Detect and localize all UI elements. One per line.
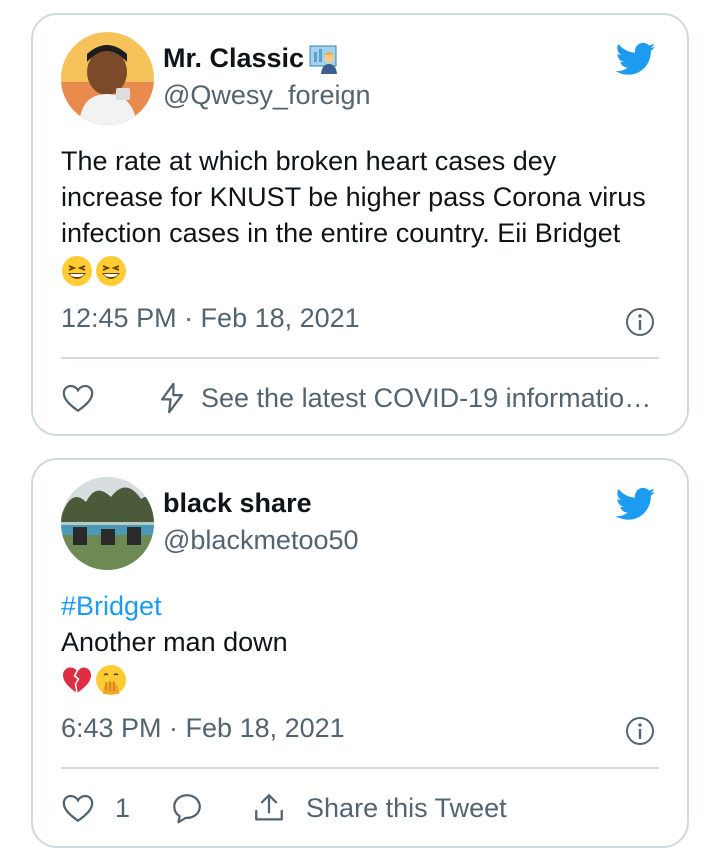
tweet-text: #Bridget Another man down (61, 588, 661, 696)
handle[interactable]: @Qwesy_foreign (163, 80, 371, 111)
info-icon[interactable] (625, 716, 655, 746)
tweet-actions: 1 Share this Tweet (61, 788, 659, 828)
timestamp[interactable]: 6:43 PM · Feb 18, 2021 (61, 713, 345, 744)
broken-heart-emoji-icon (63, 667, 91, 693)
like-count: 1 (115, 792, 131, 823)
covid-info-link[interactable]: See the latest COVID-19 informatio… (201, 383, 651, 414)
heart-icon[interactable] (61, 381, 95, 415)
timestamp[interactable]: 12:45 PM · Feb 18, 2021 (61, 303, 360, 334)
heart-icon[interactable] (61, 791, 95, 825)
display-name-text: black share (163, 488, 312, 518)
avatar[interactable] (61, 477, 154, 570)
grinning-squinting-face-emoji-icon (62, 255, 92, 286)
divider (61, 357, 659, 359)
share-tweet-link[interactable]: Share this Tweet (306, 793, 507, 824)
tweet-card-1[interactable]: Mr. Classic @Qwesy_foreign The rate at w… (31, 13, 689, 436)
twitter-bird-icon[interactable] (613, 484, 659, 524)
grinning-squinting-face-emoji-icon (96, 255, 126, 286)
twitter-bird-icon[interactable] (613, 39, 659, 79)
tweet-text-content: Another man down (61, 627, 288, 657)
man-teacher-emoji-icon (309, 45, 338, 74)
info-icon[interactable] (625, 307, 655, 337)
tweet-card-2[interactable]: black share @blackmetoo50 #Bridget Anoth… (31, 458, 689, 848)
face-with-hand-over-mouth-emoji-icon (96, 664, 126, 695)
divider (61, 767, 659, 769)
display-name[interactable]: Mr. Classic (163, 43, 371, 74)
avatar[interactable] (61, 32, 154, 125)
share-icon[interactable] (252, 791, 286, 825)
tweet-text-content: The rate at which broken heart cases dey… (61, 146, 646, 248)
handle[interactable]: @blackmetoo50 (163, 525, 359, 556)
hashtag-link[interactable]: #Bridget (61, 591, 162, 621)
tweet-actions: See the latest COVID-19 informatio… (61, 378, 659, 418)
display-name[interactable]: black share (163, 488, 359, 519)
tweet-text: The rate at which broken heart cases dey… (61, 143, 661, 287)
display-name-text: Mr. Classic (163, 43, 305, 73)
reply-icon[interactable] (170, 791, 204, 825)
lightning-icon[interactable] (155, 381, 189, 415)
